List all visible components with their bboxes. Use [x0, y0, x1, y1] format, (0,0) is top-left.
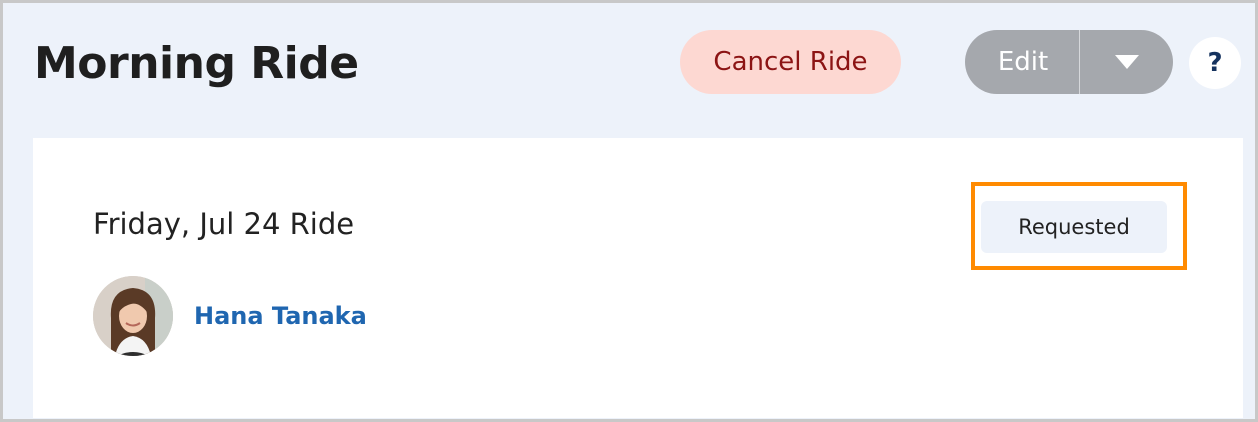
- edit-button[interactable]: Edit: [965, 30, 1079, 94]
- ride-date-title: Friday, Jul 24 Ride: [93, 207, 355, 241]
- avatar[interactable]: [93, 276, 173, 356]
- status-badge: Requested: [981, 201, 1167, 253]
- page-title: Morning Ride: [34, 38, 359, 89]
- edit-split-button: Edit: [965, 30, 1173, 94]
- help-button[interactable]: ?: [1189, 37, 1241, 89]
- ride-card: Friday, Jul 24 Ride Requested Hana Tanak…: [33, 138, 1243, 418]
- caret-down-icon: [1114, 55, 1139, 69]
- app-window: Morning Ride Cancel Ride Edit ? Friday, …: [0, 0, 1258, 422]
- edit-dropdown-button[interactable]: [1080, 30, 1173, 94]
- rider-photo-icon: [93, 276, 173, 356]
- cancel-ride-button[interactable]: Cancel Ride: [680, 30, 901, 94]
- rider-name-link[interactable]: Hana Tanaka: [194, 300, 367, 332]
